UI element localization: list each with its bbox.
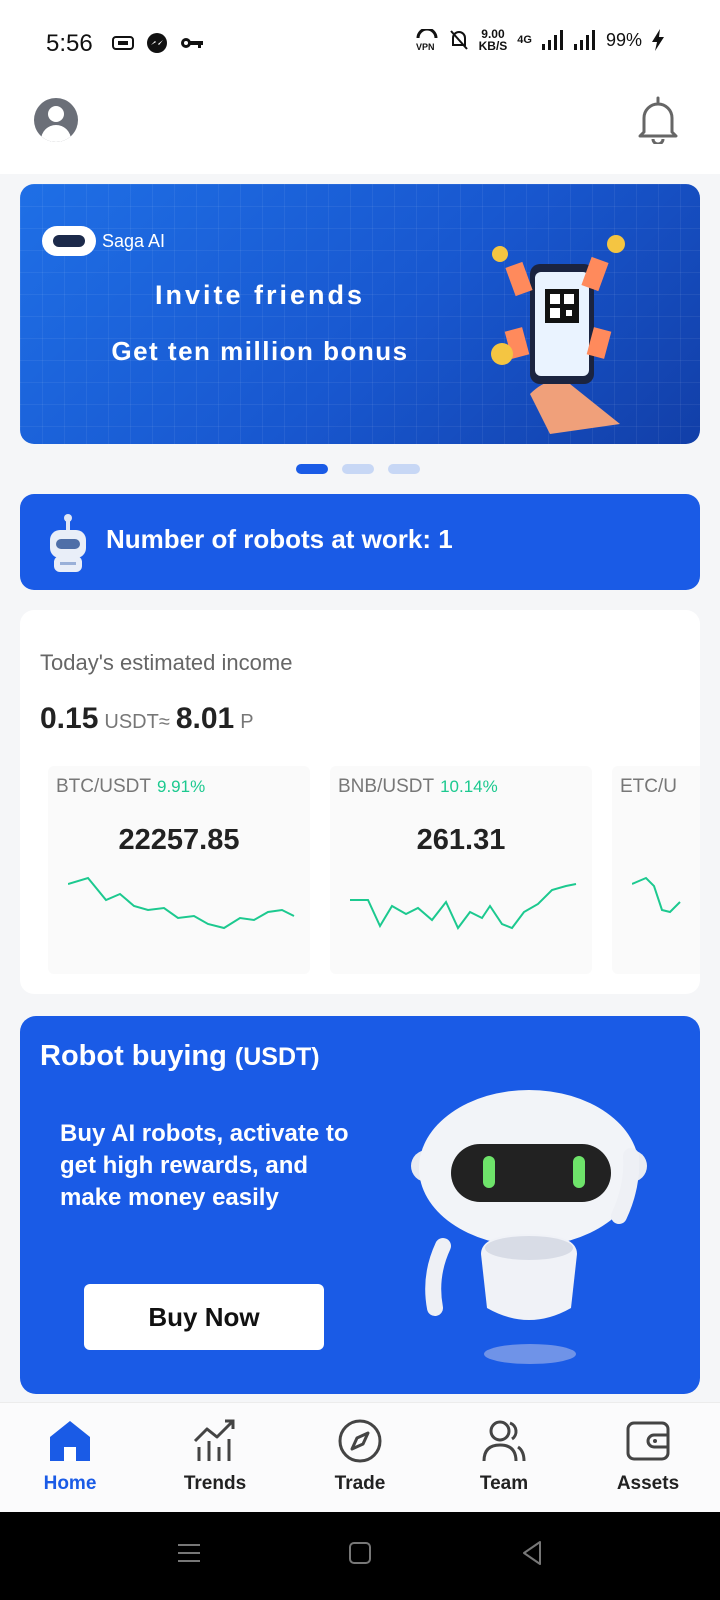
- network-type-label: 4G: [517, 34, 532, 46]
- avatar[interactable]: [34, 98, 78, 142]
- phone-qr-illustration-icon: [491, 235, 625, 434]
- system-indicators: VPN 9.00 KB/S 4G 99%: [415, 28, 664, 52]
- ticker-change: 9.91%: [157, 777, 206, 796]
- bottom-tab-bar: Home Trends Trade Team Assets: [0, 1402, 720, 1512]
- charging-icon: [652, 29, 664, 51]
- ticker-card[interactable]: BTC/USDT 9.91% 22257.85: [48, 766, 310, 974]
- ticker-card[interactable]: BNB/USDT 10.14% 261.31: [330, 766, 592, 974]
- status-time: 5:56: [46, 30, 93, 57]
- income-usdt-value: 0.15: [40, 702, 99, 735]
- tab-label: Team: [479, 1473, 529, 1494]
- ticker-card[interactable]: ETC/U: [612, 766, 700, 974]
- battery-level: 99%: [605, 29, 642, 50]
- net-speed: 9.00 KB/S: [478, 27, 508, 53]
- buy-now-button[interactable]: Buy Now: [84, 1284, 324, 1350]
- robots-at-work-card[interactable]: Number of robots at work: 1: [20, 494, 700, 590]
- pagination-dot[interactable]: [296, 464, 328, 474]
- signal-icon: [541, 30, 563, 50]
- banner-headline: Invite friends: [154, 280, 366, 310]
- mute-bell-icon: [449, 30, 468, 50]
- pagination-dot[interactable]: [342, 464, 374, 474]
- ticker-pair: BNB/USDT: [338, 776, 435, 797]
- banner-subheadline: Get ten million bonus: [111, 336, 409, 366]
- robot-icon: [50, 514, 86, 572]
- notification-icons: [112, 32, 204, 54]
- compass-icon: [338, 1419, 382, 1463]
- robot-buying-card: Robot buying (USDT) Buy AI robots, activ…: [20, 1016, 700, 1394]
- sparkline: [350, 883, 577, 930]
- ticker-pair: BTC/USDT: [56, 776, 151, 797]
- tab-trends[interactable]: Trends: [155, 1417, 275, 1495]
- income-local-value: 8.01: [175, 702, 235, 735]
- brand-logo: Saga AI: [42, 226, 165, 256]
- tab-label: Home: [43, 1473, 97, 1494]
- svg-text:VPN: VPN: [416, 42, 435, 51]
- bell-icon[interactable]: [636, 94, 680, 144]
- home-icon: [50, 1421, 90, 1461]
- wallet-icon: [626, 1421, 670, 1461]
- brand-name: Saga AI: [102, 230, 166, 251]
- robot-logo-icon: [42, 226, 96, 256]
- buy-description: Buy AI robots, activate to get high rewa…: [60, 1120, 349, 1211]
- cast-icon: [112, 36, 134, 50]
- ticker-carousel[interactable]: BTC/USDT 9.91% 22257.85 BNB/USDT 10.14% 26…: [48, 766, 700, 974]
- app-header: [0, 86, 720, 174]
- income-values: 0.15 USDT≈ 8.01 P: [40, 702, 254, 736]
- ticker-price: 261.31: [416, 824, 506, 856]
- income-local-unit: P: [240, 711, 254, 733]
- ticker-change: 10.14%: [440, 777, 498, 796]
- pagination-dot[interactable]: [388, 464, 420, 474]
- back-icon[interactable]: [520, 1540, 544, 1566]
- tab-trade[interactable]: Trade: [300, 1417, 420, 1495]
- ticker-pair: ETC/U: [620, 776, 677, 797]
- banner-pagination: [296, 464, 420, 474]
- promo-banner[interactable]: Saga AI Invite friends Get ten million b…: [20, 184, 700, 444]
- tab-label: Trends: [183, 1473, 247, 1494]
- robots-count-label: Number of robots at work: 1: [106, 524, 453, 554]
- sparkline: [68, 876, 295, 930]
- home-square-icon[interactable]: [348, 1540, 372, 1566]
- system-nav-bar: [0, 1512, 720, 1600]
- buy-title: Robot buying (USDT): [40, 1040, 320, 1072]
- sparkline: [632, 876, 681, 914]
- vpn-icon: VPN: [416, 29, 438, 51]
- tab-home[interactable]: Home: [10, 1417, 130, 1495]
- robot-illustration-icon: [411, 1090, 647, 1364]
- messenger-icon: [147, 33, 167, 53]
- key-icon: [181, 38, 203, 48]
- signal-icon-2: [573, 30, 595, 50]
- ticker-price: 22257.85: [118, 824, 240, 856]
- status-bar: 5:56 VPN 9.00 KB/S 4G 99%: [0, 0, 720, 86]
- tab-label: Assets: [616, 1473, 680, 1494]
- tab-team[interactable]: Team: [444, 1417, 564, 1495]
- buy-title-unit: (USDT): [234, 1043, 320, 1071]
- income-usdt-unit: USDT≈: [104, 711, 170, 733]
- trends-icon: [193, 1419, 235, 1461]
- menu-icon[interactable]: [176, 1540, 202, 1566]
- income-card: Today's estimated income 0.15 USDT≈ 8.01…: [20, 610, 700, 994]
- tab-label: Trade: [334, 1473, 386, 1494]
- income-label: Today's estimated income: [40, 650, 293, 675]
- tab-assets[interactable]: Assets: [588, 1417, 708, 1495]
- team-icon: [482, 1420, 526, 1462]
